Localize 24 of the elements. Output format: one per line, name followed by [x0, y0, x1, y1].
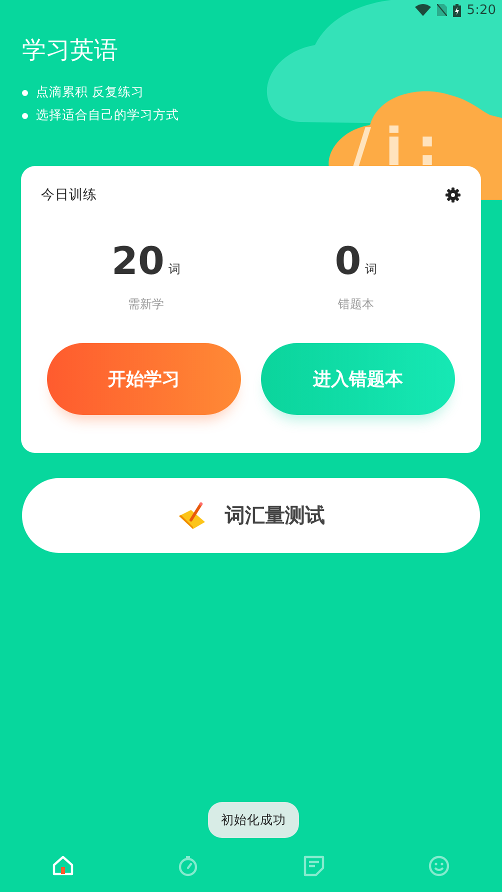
stat-value: 0 — [334, 242, 362, 280]
wrong-book-button[interactable]: 进入错题本 — [261, 343, 455, 415]
home-icon[interactable] — [50, 854, 75, 878]
start-study-button[interactable]: 开始学习 — [47, 343, 241, 415]
vocab-test-button[interactable]: 词汇量测试 — [22, 478, 480, 553]
wifi-icon — [414, 4, 431, 16]
bullet-text: 点滴累积 反复练习 — [36, 84, 144, 101]
bullet-text: 选择适合自己的学习方式 — [36, 107, 179, 124]
settings-icon[interactable] — [445, 187, 461, 203]
stat-value: 20 — [112, 242, 164, 280]
toast-message: 初始化成功 — [208, 802, 299, 838]
smiley-icon[interactable] — [427, 854, 452, 878]
phonetic-decoration: /i: — [352, 118, 452, 178]
clock-time: 5:20 — [466, 2, 496, 18]
bullet-dot — [22, 90, 28, 96]
no-sim-icon — [436, 4, 447, 16]
note-icon[interactable] — [302, 854, 326, 878]
stat-unit: 词 — [365, 261, 378, 278]
bullet-dot — [22, 112, 28, 118]
stat-label: 需新学 — [128, 296, 164, 313]
page-title: 学习英语 — [22, 35, 118, 66]
stat-unit: 词 — [168, 261, 180, 278]
stat-label: 错题本 — [338, 296, 374, 313]
card-title: 今日训练 — [41, 186, 97, 204]
